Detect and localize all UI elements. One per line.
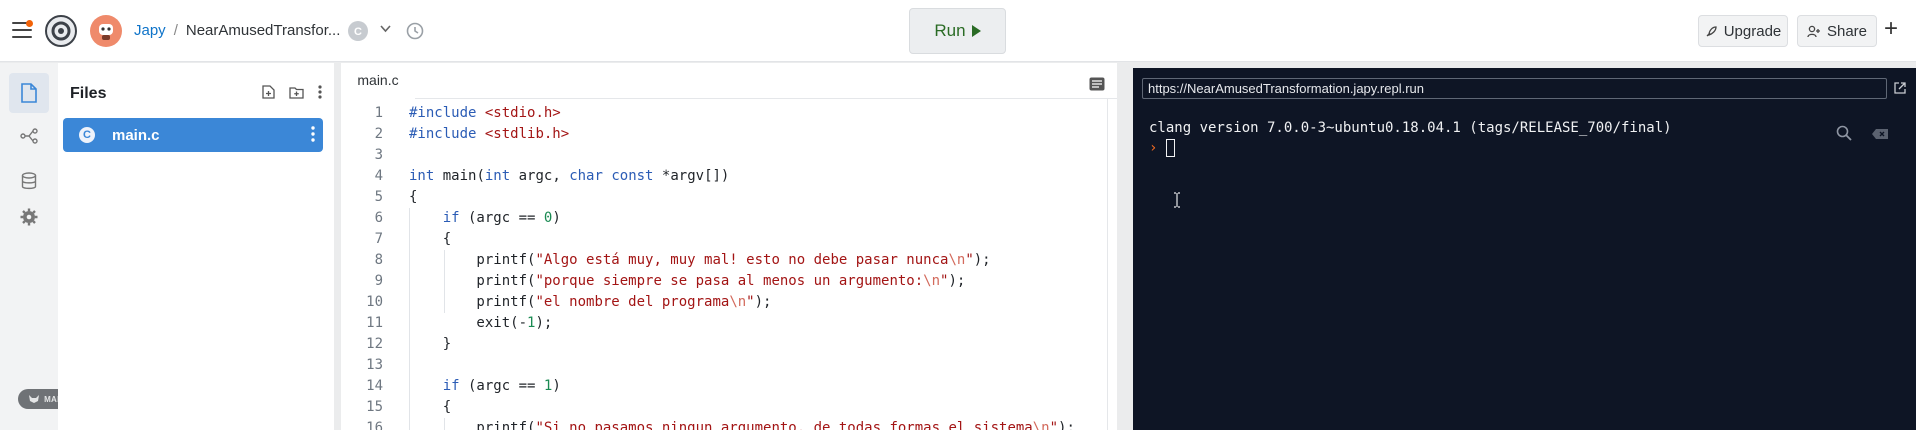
add-pane-icon[interactable]: + [1884, 17, 1898, 41]
run-button[interactable]: Run [909, 8, 1006, 54]
top-bar: Japy / NearAmusedTransfor... C Run Upgrade… [0, 0, 1916, 62]
code-line: 3 [374, 147, 383, 163]
database-icon[interactable] [14, 166, 44, 196]
code-line: 7 { [374, 231, 452, 247]
breadcrumb: Japy / NearAmusedTransfor... [134, 22, 340, 39]
chevron-down-icon[interactable] [380, 24, 391, 36]
play-icon [971, 25, 981, 37]
add-person-icon [1807, 25, 1820, 37]
code-line: 4 int main(int argc, char const *argv[]) [374, 168, 730, 184]
settings-gear-icon[interactable] [14, 202, 44, 232]
code-line: 12 } [366, 336, 452, 352]
sidebar-rail: MADE WITH GIFOX [0, 63, 132, 430]
file-item-main-c[interactable]: C main.c [63, 118, 323, 152]
code-line: 6 if (argc == 0) [374, 210, 561, 226]
new-folder-icon[interactable] [289, 86, 304, 99]
run-label: Run [934, 21, 966, 40]
file-name: main.c [112, 126, 160, 144]
text-cursor-icon [1174, 192, 1180, 208]
tab-main-c[interactable]: main.c [341, 63, 415, 99]
files-actions [262, 85, 322, 99]
console-cursor [1166, 139, 1175, 157]
replit-logo-icon[interactable] [44, 14, 78, 48]
history-icon[interactable] [405, 21, 425, 41]
code-line: 5{ [374, 189, 418, 205]
c-language-icon: C [79, 127, 95, 143]
breadcrumb-separator: / [173, 22, 178, 39]
svg-text:C: C [354, 26, 362, 38]
open-in-new-tab-icon[interactable] [1893, 81, 1907, 95]
breadcrumb-user[interactable]: Japy [134, 22, 166, 39]
files-tab-icon[interactable] [9, 73, 49, 113]
editor-menu-icon[interactable] [1089, 77, 1105, 91]
more-vertical-icon[interactable] [318, 85, 322, 99]
webview-url-field[interactable]: https://NearAmusedTransformation.japy.re… [1142, 78, 1887, 99]
share-label: Share [1826, 22, 1868, 40]
notification-dot [26, 20, 33, 27]
c-language-icon[interactable]: C [348, 21, 368, 41]
upgrade-button[interactable]: Upgrade [1698, 15, 1788, 47]
rocket-icon [1706, 25, 1717, 36]
code-line: 2 #include <stdlib.h> [374, 126, 570, 142]
code-line: 1 #include <stdio.h> [374, 105, 561, 121]
files-panel: Files C main.c [58, 63, 334, 430]
replit-workspace: Japy / NearAmusedTransfor... C Run Upgrade… [0, 0, 1916, 430]
code-line: 15 { [366, 399, 452, 415]
file-more-icon[interactable] [311, 126, 315, 142]
upgrade-label: Upgrade [1723, 22, 1782, 40]
code-line: 13 [366, 357, 383, 373]
fox-logo-icon [29, 395, 40, 403]
code-line: 16 printf("Si no pasamos ningun argument… [366, 420, 1075, 430]
avatar[interactable] [90, 15, 122, 47]
repl-name[interactable]: NearAmusedTransfor... [186, 22, 341, 39]
code-line: 9 printf("porque siempre se pasa al meno… [374, 273, 966, 289]
new-file-icon[interactable] [262, 85, 275, 99]
console-panel[interactable]: https://NearAmusedTransformation.japy.re… [1133, 68, 1916, 430]
code-line: 14 if (argc == 1) [366, 378, 561, 394]
console-prompt: › [1149, 140, 1158, 156]
console-output: clang version 7.0.0-3~ubuntu0.18.04.1 (t… [1149, 120, 1672, 136]
editor-scrollbar[interactable] [1107, 99, 1108, 430]
code-line: 8 printf("Algo está muy, muy mal! esto n… [374, 252, 991, 268]
code-line: 10 printf("el nombre del programa\n"); [366, 294, 772, 310]
clear-console-icon[interactable] [1871, 128, 1889, 140]
avatar-face-icon [99, 24, 113, 40]
version-control-icon[interactable] [14, 121, 44, 151]
code-area[interactable]: 1 #include <stdio.h> 2 #include <stdlib.h>… [341, 103, 1101, 430]
search-icon[interactable] [1836, 125, 1852, 141]
share-button[interactable]: Share [1797, 15, 1877, 47]
tab-bar-divider [415, 98, 1117, 99]
files-title: Files [70, 85, 107, 102]
code-editor[interactable]: main.c 1 #include <stdio.h> 2 #include <st… [341, 63, 1117, 430]
code-line: 11 exit(-1); [366, 315, 553, 331]
